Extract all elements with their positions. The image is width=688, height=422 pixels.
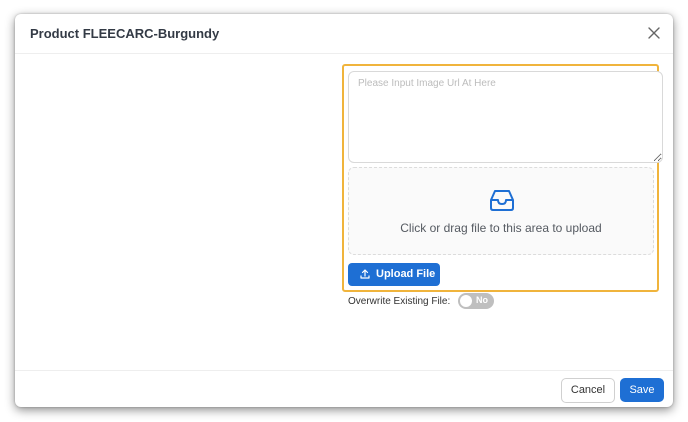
dropzone-text: Click or drag file to this area to uploa…: [400, 221, 602, 235]
upload-file-button[interactable]: Upload File: [348, 263, 440, 286]
modal-header: Product FLEECARC-Burgundy: [15, 14, 673, 54]
save-button[interactable]: Save: [620, 378, 664, 402]
inbox-icon: [490, 190, 514, 211]
cancel-button[interactable]: Cancel: [561, 378, 615, 403]
close-icon[interactable]: [645, 24, 663, 42]
upload-button-label: Upload File: [376, 268, 436, 280]
modal-title: Product FLEECARC-Burgundy: [30, 26, 220, 41]
toggle-knob: [460, 295, 472, 307]
upload-icon: [360, 269, 370, 279]
upload-dropzone[interactable]: Click or drag file to this area to uploa…: [348, 167, 654, 255]
overwrite-label: Overwrite Existing File:: [348, 296, 451, 307]
toggle-state-text: No: [476, 295, 488, 305]
overwrite-toggle[interactable]: No: [458, 293, 494, 309]
product-image-modal: Product FLEECARC-Burgundy Click or drag …: [15, 14, 673, 407]
image-url-input[interactable]: [348, 71, 663, 163]
